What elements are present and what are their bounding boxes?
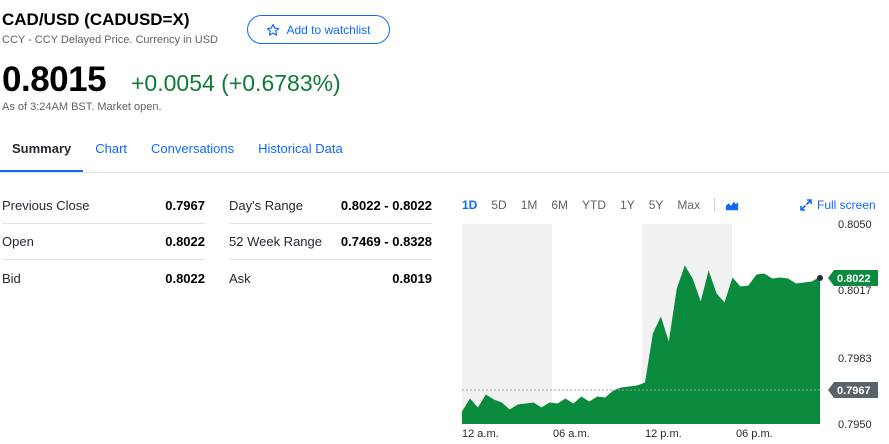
y-tick-label: 0.7983 <box>838 353 872 365</box>
x-tick-label: 12 p.m. <box>645 428 682 440</box>
price-chart[interactable]: 0.8050 0.8017 0.7983 0.7950 12 a.m. 06 a.m. 12… <box>0 0 889 444</box>
y-tick-label: 0.7950 <box>838 419 872 431</box>
x-tick-label: 06 a.m. <box>553 428 590 440</box>
y-tick-label: 0.8050 <box>838 219 872 231</box>
x-tick-label: 06 p.m. <box>736 428 773 440</box>
previous-close-badge-label: 0.7967 <box>837 385 871 397</box>
x-tick-label: 12 a.m. <box>462 428 499 440</box>
chart-session-shade <box>462 224 552 424</box>
current-price-dot <box>817 275 823 281</box>
y-tick-label: 0.8017 <box>838 285 872 297</box>
current-price-badge-label: 0.8022 <box>837 273 871 285</box>
